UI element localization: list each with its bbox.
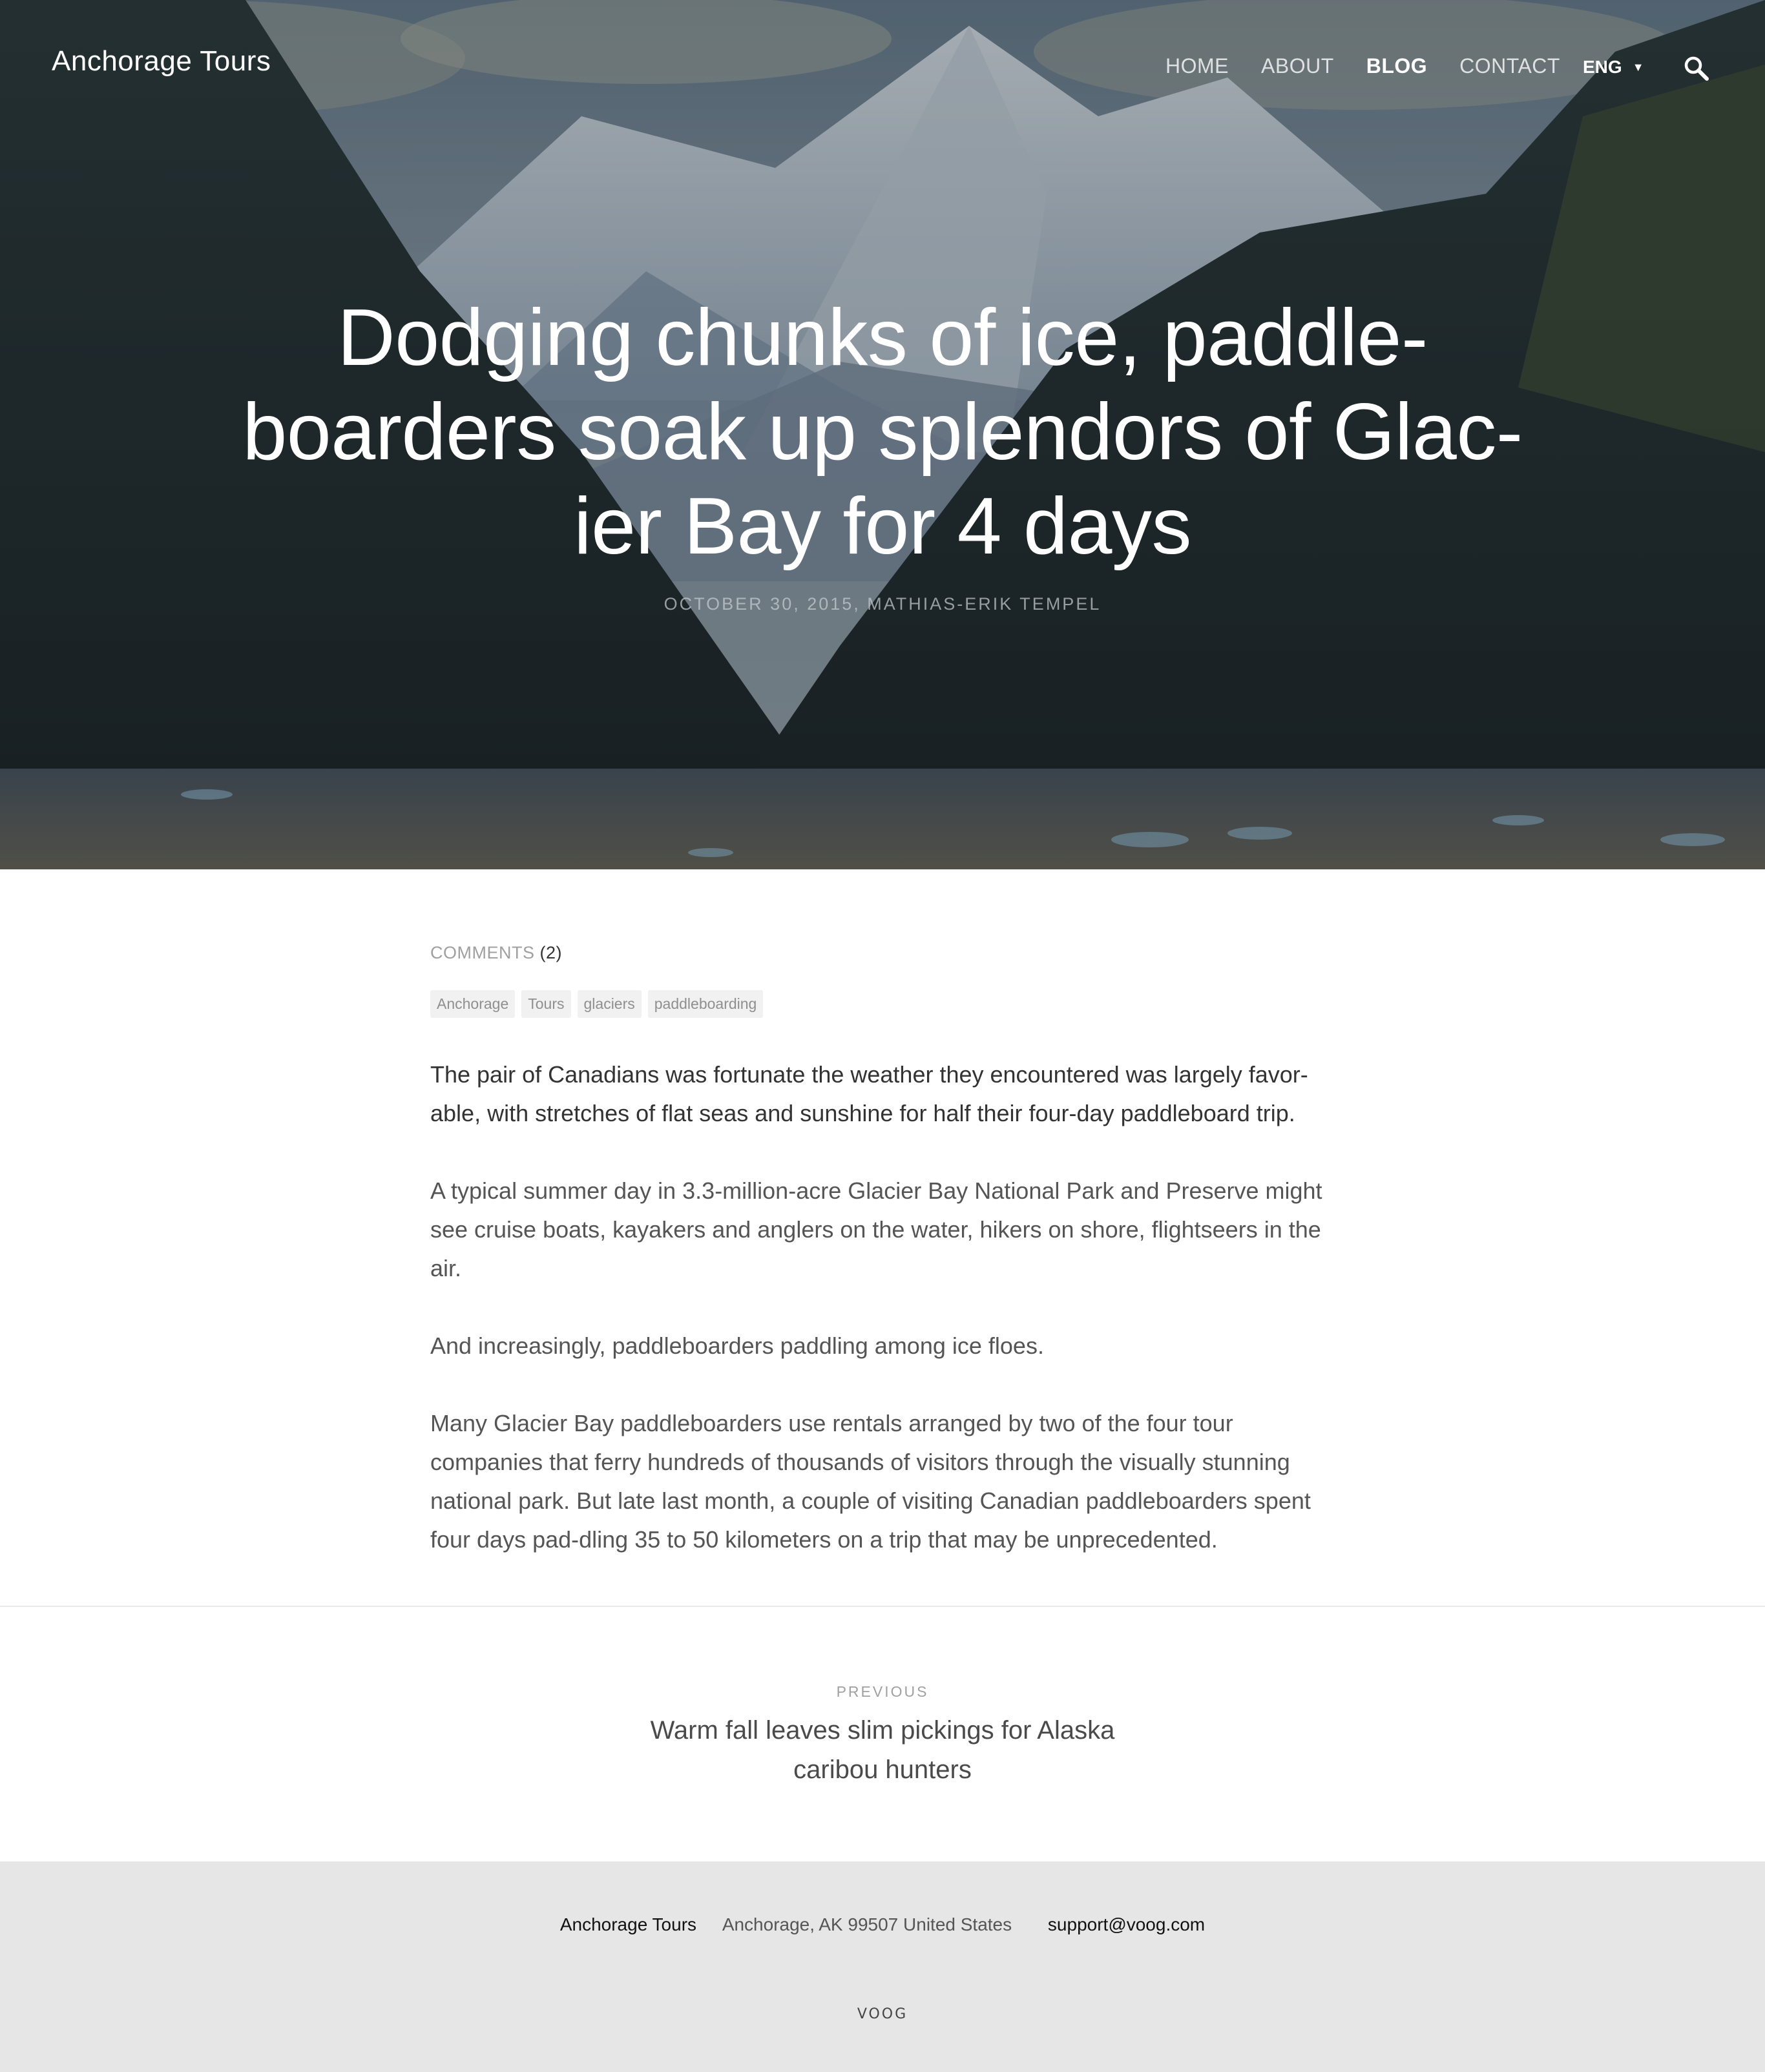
footer-contact: Anchorage Tours Anchorage, AK 99507 Unit… xyxy=(0,1914,1765,1935)
nav-home[interactable]: HOME xyxy=(1165,54,1229,78)
voog-logo[interactable]: VOOG xyxy=(0,2006,1765,2022)
footer-email-link[interactable]: support@voog.com xyxy=(1048,1914,1205,1934)
article-body: COMMENTS (2) Anchorage Tours glaciers pa… xyxy=(430,943,1335,1598)
hero-banner: Anchorage Tours HOME ABOUT BLOG CONTACT … xyxy=(0,0,1765,869)
body-paragraph: Many Glacier Bay paddleboarders use rent… xyxy=(430,1410,1311,1553)
comments-link[interactable]: COMMENTS (2) xyxy=(430,943,1335,963)
lead-paragraph: The pair of Canadians was fortunate the … xyxy=(430,1061,1308,1126)
language-selector[interactable]: ENG ▼ xyxy=(1583,57,1644,78)
nav-about[interactable]: ABOUT xyxy=(1261,54,1334,78)
post-meta: OCTOBER 30, 2015, MATHIAS-ERIK TEMPEL xyxy=(663,594,1102,614)
body-paragraph: And increasingly, paddleboarders paddlin… xyxy=(430,1332,1044,1359)
site-title[interactable]: Anchorage Tours xyxy=(52,45,271,78)
tag-paddleboarding[interactable]: paddleboarding xyxy=(647,990,764,1018)
site-footer: Anchorage Tours Anchorage, AK 99507 Unit… xyxy=(0,1861,1765,2072)
previous-label: PREVIOUS xyxy=(836,1683,929,1700)
section-divider xyxy=(0,1606,1765,1607)
post-title: Dodging chunks of ice, paddle-boarders s… xyxy=(242,293,1523,571)
search-button[interactable] xyxy=(1682,54,1711,83)
tag-anchorage[interactable]: Anchorage xyxy=(430,990,516,1018)
comments-label: COMMENTS xyxy=(430,943,535,962)
previous-post-link[interactable]: Warm fall leaves slim pickings for Alask… xyxy=(637,1711,1128,1790)
body-paragraph: A typical summer day in 3.3-million-acre… xyxy=(430,1177,1322,1281)
nav-contact[interactable]: CONTACT xyxy=(1459,54,1560,78)
previous-post-nav: PREVIOUS Warm fall leaves slim pickings … xyxy=(0,1683,1765,1790)
footer-company: Anchorage Tours xyxy=(559,1914,697,1934)
tag-glaciers[interactable]: glaciers xyxy=(577,990,642,1018)
search-icon xyxy=(1684,56,1709,81)
language-label: ENG xyxy=(1583,57,1622,77)
comments-count: (2) xyxy=(539,943,563,962)
tag-list: Anchorage Tours glaciers paddleboarding xyxy=(430,990,1335,1018)
nav-blog[interactable]: BLOG xyxy=(1366,54,1427,78)
caret-down-icon: ▼ xyxy=(1632,60,1644,74)
footer-address: Anchorage, AK 99507 United States xyxy=(722,1914,1012,1934)
tag-tours[interactable]: Tours xyxy=(521,990,571,1018)
main-nav: HOME ABOUT BLOG CONTACT xyxy=(1165,54,1593,78)
